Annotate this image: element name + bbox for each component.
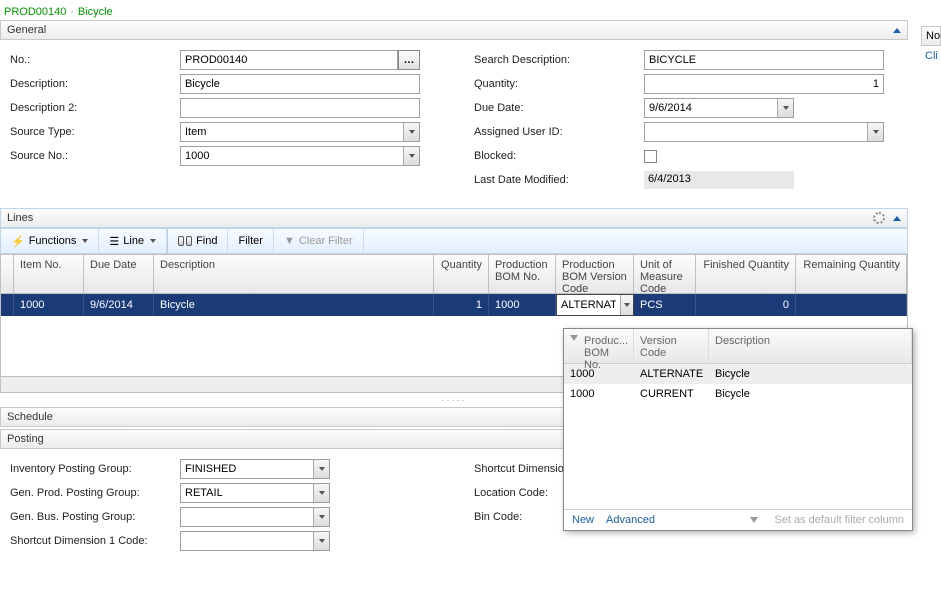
no-label: No.: — [10, 54, 180, 66]
col-item-no[interactable]: Item No. — [14, 255, 84, 293]
gen-prod-label: Gen. Prod. Posting Group: — [10, 487, 180, 499]
notes-panel-header[interactable]: No — [921, 26, 941, 46]
dropdown-icon[interactable] — [313, 532, 329, 550]
cell-due-date[interactable]: 9/6/2014 — [84, 294, 154, 316]
due-date-select[interactable]: 9/6/2014 — [644, 98, 794, 118]
dropdown-icon[interactable] — [777, 99, 793, 117]
title-separator: · — [70, 6, 74, 18]
col-quantity[interactable]: Quantity — [434, 255, 489, 293]
quantity-label: Quantity: — [474, 78, 644, 90]
no-field[interactable] — [180, 50, 398, 70]
chevron-down-icon — [150, 239, 156, 243]
last-modified-label: Last Date Modified: — [474, 174, 644, 186]
lookup-col-bom-no[interactable]: Produc... BOM No. — [584, 335, 628, 357]
inv-group-label: Inventory Posting Group: — [10, 463, 180, 475]
lookup-advanced-link[interactable]: Advanced — [606, 514, 655, 526]
dropdown-icon[interactable] — [313, 460, 329, 478]
lookup-row[interactable]: 1000 CURRENT Bicycle — [564, 384, 912, 404]
chevron-up-icon — [893, 216, 901, 221]
cell-quantity[interactable]: 1 — [434, 294, 489, 316]
col-prod-bom-no[interactable]: Production BOM No. — [489, 255, 556, 293]
cell-rem-qty[interactable] — [796, 294, 907, 316]
cell-description[interactable]: Bicycle — [154, 294, 434, 316]
title-name: Bicycle — [78, 6, 113, 18]
page-title: PROD00140 · Bicycle — [0, 0, 941, 20]
assigned-user-select[interactable] — [644, 122, 884, 142]
dropdown-icon[interactable] — [313, 508, 329, 526]
dropdown-icon[interactable] — [313, 484, 329, 502]
lookup-col-desc[interactable]: Description — [709, 329, 912, 363]
cell-prod-bom-no[interactable]: 1000 — [489, 294, 556, 316]
notes-panel-link[interactable]: Cli — [921, 46, 941, 66]
col-description[interactable]: Description — [154, 255, 434, 293]
no-lookup-button[interactable]: … — [398, 50, 420, 70]
prod-bom-ver-input[interactable] — [557, 295, 620, 315]
dropdown-icon[interactable] — [403, 147, 419, 165]
cell-fin-qty[interactable]: 0 — [696, 294, 796, 316]
gear-icon[interactable] — [873, 212, 885, 224]
col-prod-bom-ver[interactable]: Production BOM Version Code — [556, 255, 634, 293]
blocked-checkbox[interactable] — [644, 150, 657, 163]
clear-filter-button[interactable]: ▼Clear Filter — [274, 229, 364, 253]
col-due-date[interactable]: Due Date — [84, 255, 154, 293]
title-id: PROD00140 — [4, 6, 66, 18]
functions-menu[interactable]: ⚡Functions — [1, 229, 99, 253]
gen-bus-label: Gen. Bus. Posting Group: — [10, 511, 180, 523]
dropdown-icon[interactable] — [403, 123, 419, 141]
filter-button[interactable]: Filter — [228, 229, 273, 253]
section-posting-label: Posting — [7, 433, 44, 445]
col-fin-qty[interactable]: Finished Quantity — [696, 255, 796, 293]
gen-bus-select[interactable] — [180, 507, 330, 527]
section-general-label: General — [7, 24, 46, 36]
search-desc-label: Search Description: — [474, 54, 644, 66]
filter-icon — [570, 335, 578, 341]
section-lines-label: Lines — [7, 212, 33, 224]
description-field[interactable] — [180, 74, 420, 94]
gen-prod-select[interactable]: RETAIL — [180, 483, 330, 503]
lookup-new-link[interactable]: New — [572, 514, 594, 526]
cell-prod-bom-ver[interactable] — [556, 294, 634, 316]
source-type-label: Source Type: — [10, 126, 180, 138]
section-general-header[interactable]: General — [0, 20, 908, 40]
find-button[interactable]: Find — [168, 229, 228, 253]
last-modified-value: 6/4/2013 — [644, 171, 794, 189]
line-icon: ☰ — [109, 235, 119, 248]
bolt-icon: ⚡ — [11, 235, 25, 248]
description2-field[interactable] — [180, 98, 420, 118]
section-schedule-label: Schedule — [7, 411, 53, 423]
col-uom[interactable]: Unit of Measure Code — [634, 255, 696, 293]
filter-icon — [750, 517, 758, 523]
chevron-up-icon — [893, 28, 901, 33]
bom-version-lookup: Produc... BOM No. Version Code Descripti… — [563, 328, 913, 531]
source-no-label: Source No.: — [10, 150, 180, 162]
shortcut1-select[interactable] — [180, 531, 330, 551]
lookup-row[interactable]: 1000 ALTERNATE Bicycle — [564, 364, 912, 384]
description2-label: Description 2: — [10, 102, 180, 114]
dropdown-icon[interactable] — [620, 295, 633, 315]
table-row[interactable]: 1000 9/6/2014 Bicycle 1 1000 PCS 0 — [1, 294, 907, 316]
search-desc-field[interactable] — [644, 50, 884, 70]
chevron-down-icon — [82, 239, 88, 243]
lines-toolbar: ⚡Functions ☰Line Find Filter ▼Clear Filt… — [0, 228, 908, 254]
description-label: Description: — [10, 78, 180, 90]
lookup-col-version[interactable]: Version Code — [634, 329, 709, 363]
cell-item-no[interactable]: 1000 — [14, 294, 84, 316]
lookup-filter-hint[interactable]: Set as default filter column — [774, 514, 904, 526]
find-icon — [178, 236, 192, 246]
filter-icon: ▼ — [284, 235, 295, 247]
cell-uom[interactable]: PCS — [634, 294, 696, 316]
source-type-select[interactable]: Item — [180, 122, 420, 142]
due-date-label: Due Date: — [474, 102, 644, 114]
col-rem-qty[interactable]: Remaining Quantity — [796, 255, 907, 293]
assigned-user-label: Assigned User ID: — [474, 126, 644, 138]
shortcut1-label: Shortcut Dimension 1 Code: — [10, 535, 180, 547]
blocked-label: Blocked: — [474, 150, 644, 162]
line-menu[interactable]: ☰Line — [99, 229, 167, 253]
dropdown-icon[interactable] — [867, 123, 883, 141]
section-lines-header[interactable]: Lines — [0, 208, 908, 228]
source-no-select[interactable]: 1000 — [180, 146, 420, 166]
inv-group-select[interactable]: FINISHED — [180, 459, 330, 479]
quantity-field[interactable] — [644, 74, 884, 94]
